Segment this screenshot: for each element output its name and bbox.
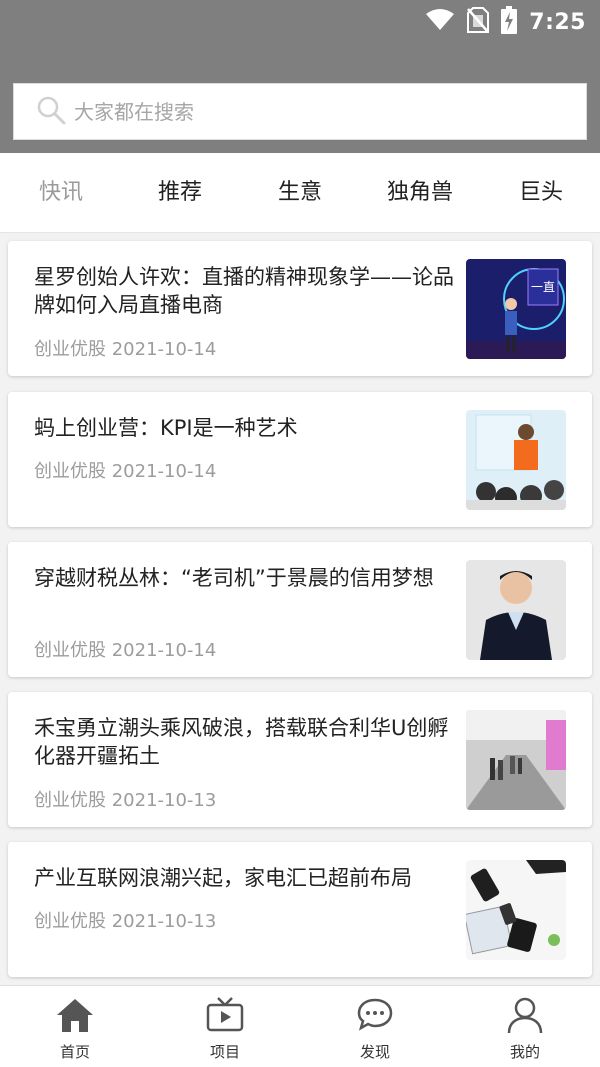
tab-shengyi[interactable]: 生意	[245, 153, 355, 233]
nav-label: 首页	[59, 1043, 90, 1061]
article-meta: 创业优股 2021-10-14	[34, 339, 217, 360]
tv-icon	[206, 996, 244, 1034]
article-thumbnail	[466, 710, 566, 810]
article-meta: 创业优股 2021-10-13	[34, 911, 217, 932]
article-meta: 创业优股 2021-10-13	[34, 790, 217, 811]
article-thumbnail: 一直	[466, 259, 566, 359]
category-tabs: 快讯 推荐 生意 独角兽 巨头	[0, 153, 600, 233]
home-icon	[56, 996, 94, 1034]
wifi-icon	[425, 8, 455, 36]
tab-kuaixun[interactable]: 快讯	[6, 153, 116, 233]
article-card[interactable]: 禾宝勇立潮头乘风破浪，搭载联合利华U创孵化器开疆拓土 创业优股 2021-10-…	[8, 692, 592, 827]
article-card[interactable]: 蚂上创业营：KPI是一种艺术 创业优股 2021-10-14	[8, 392, 592, 527]
tab-jutou[interactable]: 巨头	[486, 153, 596, 233]
status-time: 7:25	[529, 9, 586, 35]
header: 7:25	[0, 0, 600, 153]
nav-home[interactable]: 首页	[15, 986, 135, 1067]
nav-label: 我的	[509, 1043, 540, 1061]
article-thumbnail	[466, 410, 566, 510]
article-title: 禾宝勇立潮头乘风破浪，搭载联合利华U创孵化器开疆拓土	[34, 716, 449, 768]
article-title: 星罗创始人许欢：直播的精神现象学——论品牌如何入局直播电商	[34, 265, 454, 317]
article-card[interactable]: 星罗创始人许欢：直播的精神现象学——论品牌如何入局直播电商 创业优股 2021-…	[8, 241, 592, 376]
nav-profile[interactable]: 我的	[465, 986, 585, 1067]
user-icon	[506, 996, 544, 1034]
no-sim-icon	[467, 7, 490, 37]
article-thumbnail	[466, 560, 566, 660]
bottom-nav: 首页 项目 发现 我的	[0, 985, 600, 1067]
status-bar: 7:25	[0, 0, 600, 44]
tab-tuijian[interactable]: 推荐	[125, 153, 235, 233]
nav-label: 项目	[209, 1043, 240, 1061]
article-meta: 创业优股 2021-10-14	[34, 461, 217, 482]
svg-text:一直: 一直	[531, 280, 555, 294]
chat-bubble-icon	[356, 996, 394, 1034]
article-meta: 创业优股 2021-10-14	[34, 640, 217, 661]
status-icons: 7:25	[425, 6, 586, 38]
article-card[interactable]: 穿越财税丛林：“老司机”于景晨的信用梦想 创业优股 2021-10-14	[8, 542, 592, 677]
article-thumbnail	[466, 860, 566, 960]
nav-label: 发现	[359, 1043, 390, 1061]
nav-discover[interactable]: 发现	[315, 986, 435, 1067]
battery-charging-icon	[501, 6, 518, 38]
article-title: 穿越财税丛林：“老司机”于景晨的信用梦想	[34, 566, 434, 590]
search-icon	[36, 95, 66, 129]
tab-dujiaoshou[interactable]: 独角兽	[365, 153, 475, 233]
article-title: 产业互联网浪潮兴起，家电汇已超前布局	[34, 866, 412, 890]
search-bar[interactable]	[13, 83, 587, 140]
search-input[interactable]	[74, 99, 554, 124]
nav-projects[interactable]: 项目	[165, 986, 285, 1067]
article-card[interactable]: 产业互联网浪潮兴起，家电汇已超前布局 创业优股 2021-10-13	[8, 842, 592, 977]
article-title: 蚂上创业营：KPI是一种艺术	[34, 416, 298, 440]
